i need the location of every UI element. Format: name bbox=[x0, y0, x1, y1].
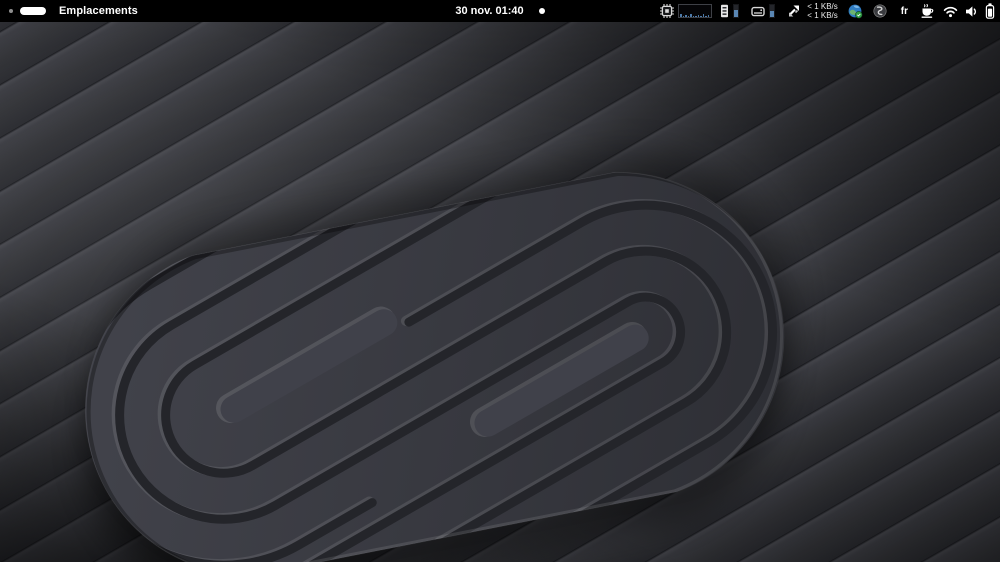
net-up-label: < 1 KB/s bbox=[807, 11, 837, 20]
wallpaper-art bbox=[0, 0, 1000, 562]
system-monitor-applet[interactable]: < 1 KB/s < 1 KB/s bbox=[660, 0, 847, 22]
workspace-indicator[interactable] bbox=[9, 7, 59, 15]
network-speed-labels: < 1 KB/s < 1 KB/s bbox=[807, 2, 837, 20]
memory-bar[interactable] bbox=[733, 4, 739, 18]
volume-icon[interactable] bbox=[964, 5, 979, 18]
net-down-label: < 1 KB/s bbox=[807, 2, 837, 11]
workspace-dot-icon bbox=[9, 9, 13, 13]
focused-app-menu[interactable]: Emplacements bbox=[59, 5, 138, 17]
disk-bar[interactable] bbox=[769, 4, 775, 18]
wifi-icon[interactable] bbox=[943, 5, 958, 18]
globe-icon[interactable] bbox=[848, 4, 863, 19]
notification-dot-icon[interactable] bbox=[539, 8, 545, 14]
swoosh-icon[interactable] bbox=[873, 4, 887, 18]
desktop[interactable]: Emplacements 30 nov. 01:40 bbox=[0, 0, 1000, 562]
cpu-icon[interactable] bbox=[660, 4, 674, 18]
memory-icon[interactable] bbox=[720, 4, 729, 18]
keyboard-layout[interactable]: fr bbox=[901, 6, 908, 17]
top-bar: Emplacements 30 nov. 01:40 bbox=[0, 0, 1000, 22]
network-arrows-icon[interactable] bbox=[786, 4, 802, 18]
cpu-graph[interactable] bbox=[678, 4, 712, 18]
coffee-icon[interactable] bbox=[920, 4, 936, 19]
disk-icon[interactable] bbox=[751, 5, 765, 18]
battery-icon[interactable] bbox=[985, 3, 995, 19]
clock[interactable]: 30 nov. 01:40 bbox=[455, 5, 523, 17]
workspace-pill bbox=[20, 7, 46, 15]
